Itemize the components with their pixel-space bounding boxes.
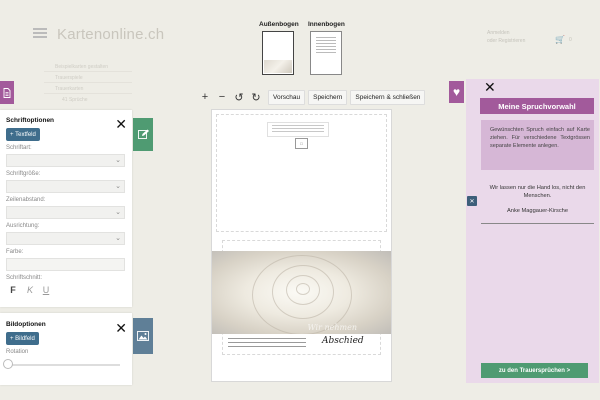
saying-text[interactable]: Wir lassen nur die Hand los, nicht den M… (481, 184, 594, 200)
size-select[interactable]: ⌄ (6, 180, 125, 193)
color-label: Farbe: (6, 249, 24, 255)
site-logo: Kartenonline.ch (57, 26, 165, 43)
zoom-in-icon[interactable]: + (197, 89, 213, 105)
saying-author[interactable]: Anke Maggauer-Kirsche (481, 208, 594, 214)
document-icon (3, 87, 11, 98)
chevron-down-icon: ⌄ (115, 209, 121, 216)
rose-photo[interactable]: Wir nehmen (212, 251, 391, 334)
size-label: Schriftgröße: (6, 171, 41, 177)
color-input[interactable] (6, 258, 125, 271)
cart-count: 0 (569, 37, 572, 43)
outer-page-thumbnail[interactable] (262, 31, 294, 75)
divider (44, 71, 132, 72)
text-options-panel: Schriftoptionen ✕ + Textfeld Schriftart:… (0, 110, 132, 307)
card-canvas[interactable]: □ Wir nehmen Abschied (211, 109, 392, 382)
editor-toolbar: + − ↺ ↻ Vorschau Speichern Speichern & s… (197, 89, 426, 105)
remove-quote-icon[interactable]: ✕ (467, 196, 477, 206)
chevron-down-icon: ⌄ (115, 157, 121, 164)
rotation-slider-handle[interactable] (3, 359, 13, 369)
font-select[interactable]: ⌄ (6, 154, 125, 167)
sayings-title: Meine Spruchvorwahl (480, 98, 594, 114)
bg-link: Beispielkarten gestalten (55, 64, 109, 70)
to-sayings-button[interactable]: zu den Trauersprüchen > (481, 363, 588, 378)
photo-title[interactable]: Wir nehmen (307, 323, 357, 332)
chevron-down-icon: ⌄ (115, 235, 121, 242)
save-close-button[interactable]: Speichern & schließen (350, 89, 426, 105)
card-bottom-text[interactable] (228, 338, 306, 350)
divider (481, 223, 594, 224)
cart-icon[interactable]: 🛒 (555, 35, 565, 44)
menu-icon[interactable] (33, 28, 47, 38)
save-button[interactable]: Speichern (308, 89, 348, 105)
add-imagefield-button[interactable]: + Bildfeld (6, 332, 39, 345)
rotation-slider-track[interactable] (8, 364, 120, 366)
site-header: Kartenonline.ch Anmelden oder Registrier… (0, 0, 600, 70)
italic-button[interactable]: K (25, 285, 35, 295)
account-sub-link[interactable]: oder Registrieren (487, 38, 525, 44)
card-text-block[interactable] (267, 122, 329, 137)
bg-link: Trauerkarten (55, 86, 84, 92)
card-logo[interactable]: □ (295, 138, 308, 149)
close-icon[interactable]: ✕ (115, 321, 127, 335)
card-farewell-text[interactable]: Abschied (322, 336, 364, 346)
rotation-label: Rotation (6, 349, 29, 355)
zoom-out-icon[interactable]: − (214, 89, 230, 105)
spacing-label: Zeilenabstand: (6, 197, 46, 203)
sayings-info: Gewünschten Spruch einfach auf Karte zie… (481, 120, 594, 170)
edit-icon (137, 129, 149, 139)
thumbnail-text (316, 37, 336, 55)
close-icon[interactable]: ✕ (484, 79, 496, 96)
font-label: Schriftart: (6, 145, 32, 151)
text-edit-tab[interactable] (133, 118, 153, 151)
image-options-panel: Bildoptionen ✕ + Bildfeld Rotation (0, 313, 132, 385)
preview-button[interactable]: Vorschau (268, 89, 306, 105)
divider (44, 93, 132, 94)
chevron-down-icon: ⌄ (115, 183, 121, 190)
divider (44, 82, 132, 83)
inner-page-label: Innenbogen (308, 21, 345, 28)
panel-title: Schriftoptionen (6, 117, 55, 124)
undo-icon[interactable]: ↺ (231, 89, 247, 105)
image-edit-tab[interactable] (133, 318, 153, 354)
bg-link: 41 Sprüche (62, 97, 88, 103)
style-label: Schriftschnitt: (6, 275, 43, 281)
bg-link: Trauerspiele (55, 75, 83, 81)
sayings-tab[interactable]: ♥ (449, 81, 464, 103)
account-link[interactable]: Anmelden (487, 30, 510, 36)
spacing-select[interactable]: ⌄ (6, 206, 125, 219)
document-tab[interactable] (0, 81, 14, 104)
inner-page-thumbnail[interactable] (310, 31, 342, 75)
image-icon (137, 331, 149, 341)
add-textfield-button[interactable]: + Textfeld (6, 128, 40, 141)
bold-button[interactable]: F (8, 285, 18, 295)
thumbnail-photo (264, 60, 292, 73)
heart-icon: ♥ (452, 85, 461, 99)
close-icon[interactable]: ✕ (115, 117, 127, 131)
outer-page-label: Außenbogen (259, 21, 299, 28)
align-label: Ausrichtung: (6, 223, 40, 229)
align-select[interactable]: ⌄ (6, 232, 125, 245)
redo-icon[interactable]: ↻ (248, 89, 264, 105)
panel-title: Bildoptionen (6, 321, 46, 328)
underline-button[interactable]: U (41, 285, 51, 295)
